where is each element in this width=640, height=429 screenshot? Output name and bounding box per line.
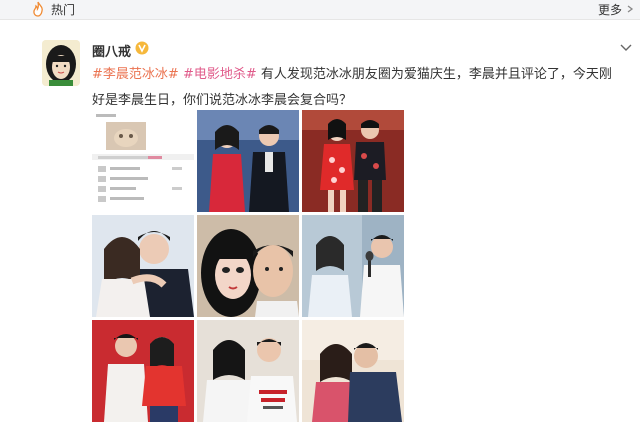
username[interactable]: 圈八戒 — [92, 41, 131, 60]
image-thumb-couple-embrace[interactable] — [92, 215, 194, 317]
image-thumb-couple-microphone[interactable] — [302, 215, 404, 317]
section-title: 热门 — [51, 3, 76, 17]
hot-header-bar: 热门 更多 — [0, 0, 640, 20]
image-thumb-screenshot-chat[interactable] — [92, 110, 194, 212]
chevron-right-icon[interactable] — [626, 5, 634, 13]
avatar[interactable] — [42, 40, 80, 86]
topic-tag-link[interactable]: #电影地杀# — [183, 67, 257, 82]
fire-icon — [33, 1, 43, 17]
more-link[interactable]: 更多 — [598, 2, 622, 18]
image-thumb-couple-selfie[interactable] — [197, 215, 299, 317]
post-text: #李晨范冰冰# #电影地杀# 有人发现范冰冰朋友圈为爱猫庆生，李晨并且评论了，今… — [92, 62, 624, 114]
topic-tag-link[interactable]: #李晨范冰冰# — [92, 67, 179, 82]
image-thumb-couple-tees[interactable] — [197, 320, 299, 422]
verified-badge-icon — [135, 41, 149, 55]
image-thumb-couple-event[interactable] — [197, 110, 299, 212]
image-thumb-couple-floral[interactable] — [302, 110, 404, 212]
chevron-down-icon[interactable] — [620, 44, 632, 52]
image-thumb-couple-red-backdrop[interactable] — [92, 320, 194, 422]
image-thumb-couple-kiss[interactable] — [302, 320, 404, 422]
